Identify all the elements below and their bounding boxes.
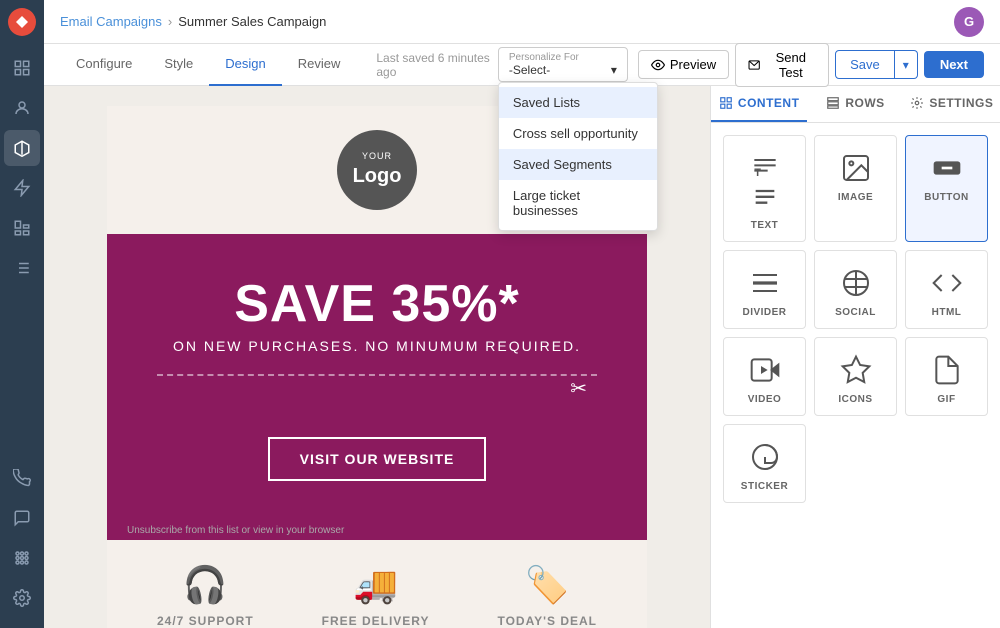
- sidebar-item-apps[interactable]: [4, 540, 40, 576]
- email-features: 🎧 24/7 SUPPORT 🚚 FREE DELIVERY 🏷️ TODAY'…: [107, 540, 647, 628]
- dropdown-item-saved-lists[interactable]: Saved Lists: [499, 87, 657, 118]
- delivery-icon: 🚚: [322, 564, 430, 606]
- sidebar-item-dashboard[interactable]: [4, 50, 40, 86]
- save-button[interactable]: Save: [835, 50, 895, 79]
- content-item-button[interactable]: BUTTON: [905, 135, 988, 242]
- save-dropdown-button[interactable]: ▾: [895, 50, 918, 79]
- content-item-gif[interactable]: GIF: [905, 337, 988, 416]
- personalize-label: Personalize For: [509, 52, 579, 63]
- content-item-video[interactable]: VIDEO: [723, 337, 806, 416]
- sidebar-item-campaigns[interactable]: [4, 130, 40, 166]
- panel-tab-settings[interactable]: SETTINGS: [904, 86, 1000, 122]
- app-logo[interactable]: [8, 8, 36, 36]
- tabbar: Configure Style Design Review Last saved…: [44, 44, 1000, 86]
- content-item-image[interactable]: IMAGE: [814, 135, 897, 242]
- tab-style[interactable]: Style: [148, 44, 209, 86]
- email-footer-strip: Unsubscribe from this list or view in yo…: [107, 521, 647, 540]
- personalize-wrapper: Personalize For -Select- ▾ Saved Lists C…: [498, 47, 628, 82]
- banner-save-text: SAVE 35%*: [127, 274, 627, 334]
- content-item-html[interactable]: HTML: [905, 250, 988, 329]
- preview-button[interactable]: Preview: [638, 50, 729, 79]
- user-avatar[interactable]: G: [954, 7, 984, 37]
- breadcrumb: Email Campaigns › Summer Sales Campaign: [60, 14, 326, 29]
- support-icon: 🎧: [157, 564, 254, 606]
- dropdown-item-saved-segments[interactable]: Saved Segments: [499, 149, 657, 180]
- personalize-select: -Select- ▾: [509, 63, 617, 77]
- tab-configure[interactable]: Configure: [60, 44, 148, 86]
- content-item-icons[interactable]: ICONS: [814, 337, 897, 416]
- sidebar-item-chat[interactable]: [4, 500, 40, 536]
- content-text-label: TEXT: [751, 220, 779, 231]
- sidebar-item-phone[interactable]: [4, 460, 40, 496]
- content-divider-label: DIVIDER: [742, 307, 786, 318]
- content-button-label: BUTTON: [924, 192, 968, 203]
- last-saved-label: Last saved 6 minutes ago: [376, 51, 497, 79]
- next-button[interactable]: Next: [924, 51, 984, 78]
- content-item-text[interactable]: T TEXT: [723, 135, 806, 242]
- content-item-social[interactable]: SOCIAL: [814, 250, 897, 329]
- tab-design[interactable]: Design: [209, 44, 281, 86]
- panel-tabs: CONTENT ROWS SETTINGS: [711, 86, 1000, 123]
- content-sticker-label: STICKER: [741, 481, 788, 492]
- feature-delivery: 🚚 FREE DELIVERY: [322, 564, 430, 628]
- logo-text: Logo: [353, 163, 402, 189]
- sidebar-item-lists[interactable]: [4, 250, 40, 286]
- sidebar-item-reports[interactable]: [4, 210, 40, 246]
- tab-review[interactable]: Review: [282, 44, 357, 86]
- banner-dotted-line: ✂: [157, 374, 597, 401]
- content-image-label: IMAGE: [838, 192, 873, 203]
- content-html-label: HTML: [932, 307, 962, 318]
- scissors-icon: ✂: [570, 376, 587, 401]
- content-item-divider[interactable]: DIVIDER: [723, 250, 806, 329]
- sidebar-item-contacts[interactable]: [4, 90, 40, 126]
- logo-your: YOUR: [362, 151, 392, 163]
- svg-text:T: T: [754, 167, 761, 179]
- sidebar-item-automation[interactable]: [4, 170, 40, 206]
- content-icons-label: ICONS: [838, 394, 872, 405]
- content-social-label: SOCIAL: [835, 307, 876, 318]
- delivery-label: FREE DELIVERY: [322, 614, 430, 628]
- save-button-group: Save ▾: [835, 50, 918, 79]
- right-panel: CONTENT ROWS SETTINGS T TEXT: [710, 86, 1000, 628]
- personalize-button[interactable]: Personalize For -Select- ▾: [498, 47, 628, 82]
- topbar: Email Campaigns › Summer Sales Campaign …: [44, 0, 1000, 44]
- email-logo: YOUR Logo: [337, 130, 417, 210]
- breadcrumb-parent[interactable]: Email Campaigns: [60, 14, 162, 29]
- main-area: Email Campaigns › Summer Sales Campaign …: [44, 0, 1000, 628]
- sidebar: [0, 0, 44, 628]
- content-video-label: VIDEO: [748, 394, 782, 405]
- personalize-dropdown-menu: Saved Lists Cross sell opportunity Saved…: [498, 82, 658, 231]
- breadcrumb-current: Summer Sales Campaign: [178, 14, 326, 29]
- content-item-sticker[interactable]: STICKER: [723, 424, 806, 503]
- visit-website-button[interactable]: VISIT OUR WEBSITE: [268, 437, 487, 481]
- panel-tab-content[interactable]: CONTENT: [711, 86, 807, 122]
- sidebar-settings[interactable]: [4, 580, 40, 616]
- support-label: 24/7 SUPPORT: [157, 614, 254, 628]
- content-grid: T TEXT IMAGE: [711, 123, 1000, 515]
- content-gif-label: GIF: [937, 394, 955, 405]
- banner-subtitle: ON NEW PURCHASES. NO MINUMUM REQUIRED.: [127, 338, 627, 354]
- email-banner: SAVE 35%* ON NEW PURCHASES. NO MINUMUM R…: [107, 234, 647, 521]
- feature-deal: 🏷️ TODAY'S DEAL: [497, 564, 597, 628]
- dropdown-item-large-ticket[interactable]: Large ticket businesses: [499, 180, 657, 226]
- send-test-button[interactable]: Send Test: [735, 43, 829, 87]
- dropdown-item-cross-sell[interactable]: Cross sell opportunity: [499, 118, 657, 149]
- feature-support: 🎧 24/7 SUPPORT: [157, 564, 254, 628]
- panel-tab-rows[interactable]: ROWS: [807, 86, 903, 122]
- deal-label: TODAY'S DEAL: [497, 614, 597, 628]
- breadcrumb-separator: ›: [168, 14, 172, 29]
- deal-icon: 🏷️: [497, 564, 597, 606]
